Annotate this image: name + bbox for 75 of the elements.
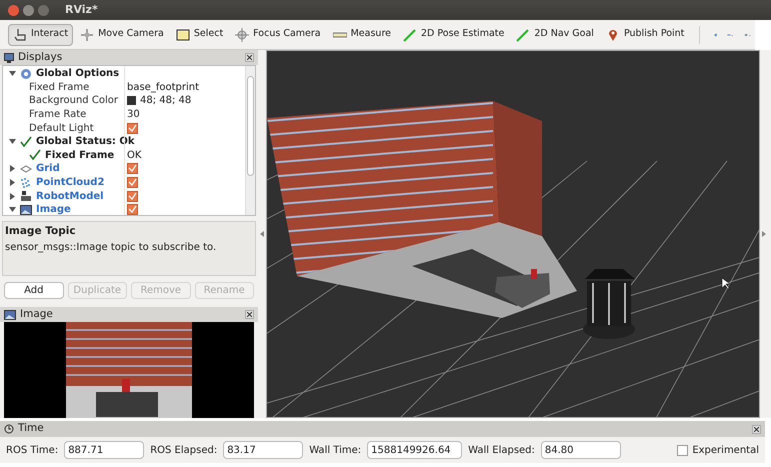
tree-item-label: Fixed Frame: [29, 80, 90, 95]
tree-item-label[interactable]: Image: [36, 202, 71, 216]
time-label: Wall Elapsed:: [468, 444, 535, 458]
minimize-window-button[interactable]: [23, 4, 34, 16]
checkbox[interactable]: [127, 122, 138, 134]
panel-title: Time: [18, 421, 45, 436]
time-field[interactable]: 887.71: [64, 441, 144, 459]
expanded-arrow-icon[interactable]: [9, 138, 16, 146]
scrollbar[interactable]: [245, 66, 255, 216]
selection-box-icon: [176, 28, 190, 42]
toolbar-tool[interactable]: Focus Camera: [230, 24, 326, 46]
picture-icon: [20, 204, 32, 216]
hand-pointer-icon: [13, 28, 27, 42]
panel-title: Image: [20, 306, 54, 322]
property-value: OK: [127, 148, 142, 163]
time-field[interactable]: 83.17: [223, 441, 304, 459]
checkmark-icon: [20, 136, 32, 148]
tree-item-label: Background Color: [29, 94, 118, 108]
tree-item-label: Frame Rate: [29, 108, 86, 122]
right-arrow-icon[interactable]: [762, 231, 766, 237]
close-icon[interactable]: [245, 310, 254, 319]
tree-item-label[interactable]: Grid: [36, 161, 60, 176]
close-icon[interactable]: [752, 424, 761, 434]
time-field[interactable]: 84.80: [540, 441, 621, 459]
time-label: Wall Time:: [309, 444, 362, 458]
property-value: base_footprint: [127, 80, 200, 95]
picture-icon: [4, 308, 16, 320]
3d-scene-drawing[interactable]: [267, 51, 759, 417]
time-label: ROS Elapsed:: [150, 444, 218, 458]
close-window-button[interactable]: [8, 4, 19, 16]
move-arrows-icon: [80, 28, 94, 42]
tree-item-label[interactable]: Global Options: [36, 66, 120, 82]
property-value: 30: [127, 108, 140, 122]
crosshair-icon: [235, 28, 250, 42]
property-value: 48; 48; 48: [140, 94, 192, 108]
panel-title: Displays: [18, 50, 64, 65]
description-title: Image Topic: [5, 224, 77, 240]
clock-icon: [4, 424, 14, 434]
expanded-arrow-icon[interactable]: [9, 70, 16, 78]
close-icon[interactable]: [245, 53, 254, 62]
gear-icon: [20, 68, 32, 80]
panel-button[interactable]: Add: [4, 282, 64, 299]
tree-item-label: Fixed Frame: [45, 148, 114, 163]
expanded-arrow-icon[interactable]: [9, 206, 16, 214]
monitor-icon: [4, 52, 14, 62]
color-swatch: [127, 96, 136, 106]
window-title: RViz*: [65, 2, 98, 18]
tree-item-label[interactable]: PointCloud2: [36, 175, 104, 190]
toolbar-tool[interactable]: Interact: [8, 24, 74, 46]
checkbox[interactable]: [127, 190, 138, 202]
collapsed-arrow-icon[interactable]: [9, 179, 16, 186]
left-arrow-icon[interactable]: [260, 231, 264, 237]
time-label: ROS Time:: [6, 444, 58, 458]
checkbox[interactable]: [127, 177, 138, 188]
maximize-window-button[interactable]: [38, 4, 49, 16]
toolbar-tool[interactable]: 2D Nav Goal: [511, 24, 599, 46]
collapsed-arrow-icon[interactable]: [9, 192, 16, 200]
checkbox[interactable]: [677, 444, 688, 456]
toolbar-tool[interactable]: Publish Point: [600, 24, 690, 46]
point-cloud-icon: [20, 176, 32, 189]
checkmark-icon: [29, 149, 41, 162]
toolbar-tool[interactable]: 2D Pose Estimate: [398, 24, 510, 46]
toolbar-tool[interactable]: Measure: [328, 24, 396, 46]
time-field[interactable]: 1588149926.64: [367, 441, 462, 459]
tree-item-label: Default Light: [29, 122, 94, 136]
checkbox[interactable]: [127, 204, 138, 216]
checkbox[interactable]: [127, 163, 138, 174]
description-text: sensor_msgs::Image topic to subscribe to.: [5, 241, 218, 255]
grid-icon: [20, 162, 32, 175]
toolbar-tool[interactable]: Select: [170, 24, 228, 46]
robot-icon: [20, 190, 32, 202]
checkbox-label: Experimental: [692, 444, 759, 458]
toolbar-tool[interactable]: Move Camera: [75, 24, 169, 46]
tree-item-label[interactable]: RobotModel: [36, 188, 104, 204]
collapsed-arrow-icon[interactable]: [9, 165, 16, 172]
